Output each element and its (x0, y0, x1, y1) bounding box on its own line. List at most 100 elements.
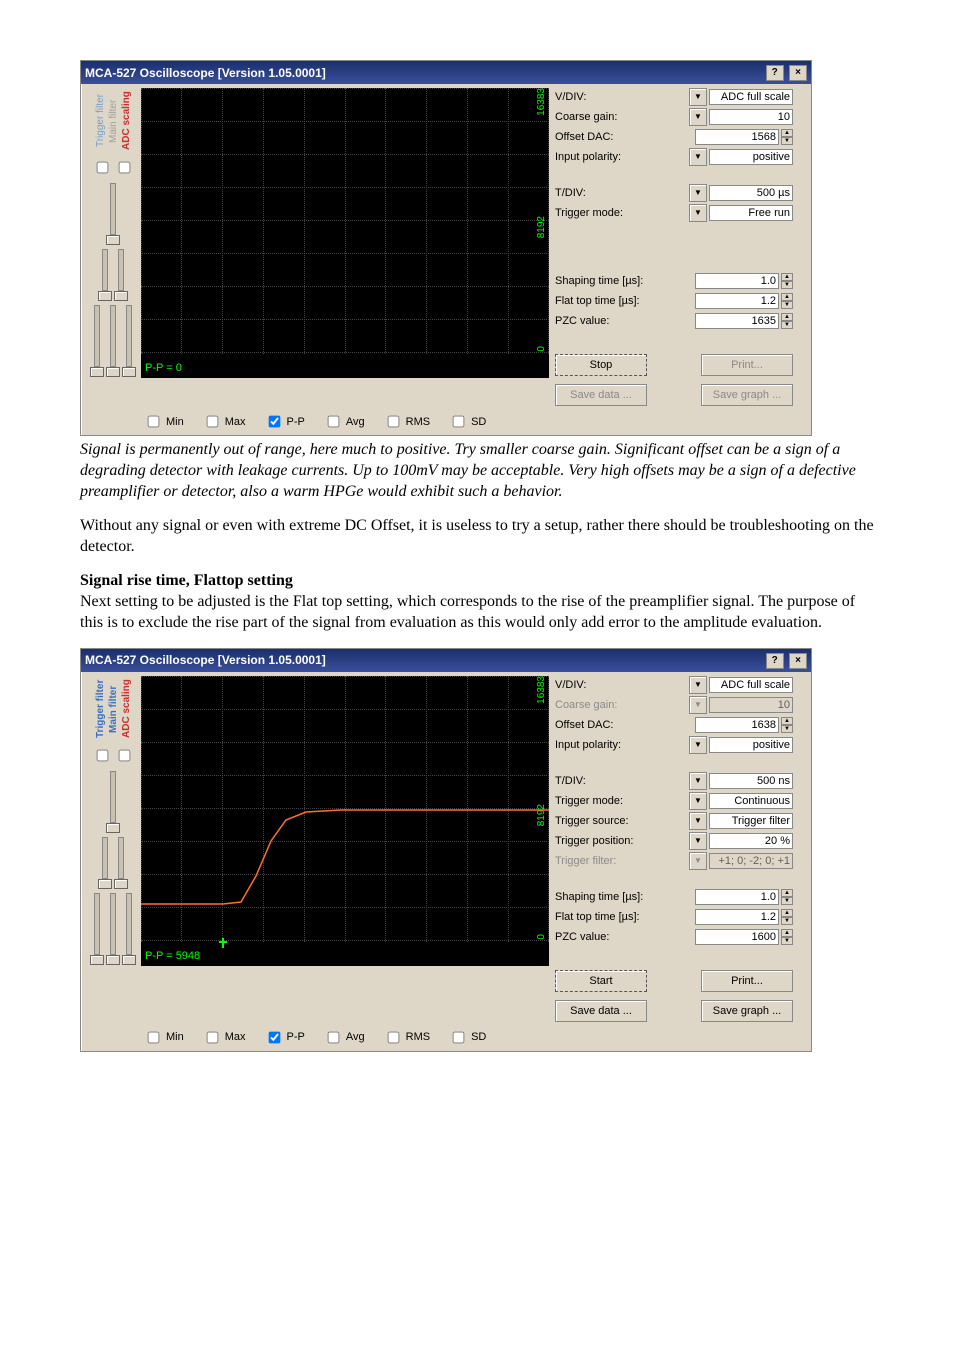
coarse-dropdown[interactable]: ▼ (689, 108, 707, 126)
vdiv-dropdown[interactable]: ▼ (689, 676, 707, 694)
tpos-label: Trigger position: (555, 835, 633, 847)
pzc-spinner[interactable]: ▲▼ (781, 313, 793, 329)
tdiv-value[interactable]: 500 ns (709, 773, 793, 789)
offset-value[interactable]: 1568 (695, 129, 779, 145)
shaping-label: Shaping time [µs]: (555, 275, 643, 287)
pzc-value[interactable]: 1600 (695, 929, 779, 945)
left-check-2[interactable] (119, 749, 131, 761)
start-button[interactable]: Start (555, 970, 647, 992)
offset-label: Offset DAC: (555, 131, 613, 143)
shaping-spinner[interactable]: ▲▼ (781, 273, 793, 289)
vslider-1[interactable] (106, 183, 120, 245)
vslider-4[interactable] (90, 305, 104, 377)
vdiv-value[interactable]: ADC full scale (709, 89, 793, 105)
polarity-value[interactable]: positive (709, 149, 793, 165)
tpos-dropdown[interactable]: ▼ (689, 832, 707, 850)
tfilter-dropdown: ▼ (689, 852, 707, 870)
left-controls: Trigger filter Main filter ADC scaling (85, 676, 141, 1022)
rms-check[interactable]: RMS (383, 1028, 430, 1047)
max-check[interactable]: Max (202, 1028, 246, 1047)
vslider-4[interactable] (90, 893, 104, 965)
tfilter-label: Trigger filter: (555, 855, 616, 867)
tdiv-value[interactable]: 500 µs (709, 185, 793, 201)
polarity-dropdown[interactable]: ▼ (689, 736, 707, 754)
vslider-2[interactable] (98, 249, 112, 301)
left-check-2[interactable] (119, 162, 131, 174)
vslider-3[interactable] (114, 837, 128, 889)
save-data-button[interactable]: Save data ... (555, 1000, 647, 1022)
save-data-button: Save data ... (555, 384, 647, 406)
shaping-value[interactable]: 1.0 (695, 273, 779, 289)
tsource-value[interactable]: Trigger filter (709, 813, 793, 829)
print-button[interactable]: Print... (701, 970, 793, 992)
tpos-value[interactable]: 20 % (709, 833, 793, 849)
avg-check[interactable]: Avg (323, 1028, 365, 1047)
offset-spinner[interactable]: ▲▼ (781, 717, 793, 733)
vslider-5[interactable] (106, 893, 120, 965)
vdiv-dropdown[interactable]: ▼ (689, 88, 707, 106)
tmode-dropdown[interactable]: ▼ (689, 792, 707, 810)
offset-value[interactable]: 1638 (695, 717, 779, 733)
tfilter-value: +1; 0; -2; 0; +1 (709, 853, 793, 869)
rms-check[interactable]: RMS (383, 412, 430, 431)
vslider-5[interactable] (106, 305, 120, 377)
pzc-spinner[interactable]: ▲▼ (781, 929, 793, 945)
flattop-label: Flat top time [µs]: (555, 295, 640, 307)
close-button[interactable]: × (789, 65, 807, 81)
polarity-label: Input polarity: (555, 739, 621, 751)
flattop-spinner[interactable]: ▲▼ (781, 909, 793, 925)
trigger-filter-label: Trigger filter (95, 88, 106, 154)
tdiv-dropdown[interactable]: ▼ (689, 184, 707, 202)
pzc-value[interactable]: 1635 (695, 313, 779, 329)
pzc-label: PZC value: (555, 931, 609, 943)
flattop-label: Flat top time [µs]: (555, 911, 640, 923)
vslider-2[interactable] (98, 837, 112, 889)
sd-check[interactable]: SD (448, 1028, 486, 1047)
pp-readout: P-P = 5948 (145, 950, 200, 962)
shaping-spinner[interactable]: ▲▼ (781, 889, 793, 905)
tdiv-label: T/DIV: (555, 775, 586, 787)
help-button[interactable]: ? (766, 65, 784, 81)
tmode-label: Trigger mode: (555, 207, 623, 219)
left-check-1[interactable] (97, 749, 109, 761)
shaping-value[interactable]: 1.0 (695, 889, 779, 905)
vslider-1[interactable] (106, 771, 120, 833)
min-check[interactable]: Min (143, 1028, 184, 1047)
avg-check[interactable]: Avg (323, 412, 365, 431)
flattop-spinner[interactable]: ▲▼ (781, 293, 793, 309)
vslider-6[interactable] (122, 305, 136, 377)
vslider-3[interactable] (114, 249, 128, 301)
tmode-value[interactable]: Continuous (709, 793, 793, 809)
coarse-value: 10 (709, 697, 793, 713)
offset-label: Offset DAC: (555, 719, 613, 731)
help-button[interactable]: ? (766, 653, 784, 669)
tsource-dropdown[interactable]: ▼ (689, 812, 707, 830)
sd-check[interactable]: SD (448, 412, 486, 431)
left-check-1[interactable] (97, 162, 109, 174)
main-filter-label: Main filter (108, 88, 119, 154)
polarity-dropdown[interactable]: ▼ (689, 148, 707, 166)
close-button[interactable]: × (789, 653, 807, 669)
scope-screen: 16383 8192 0 P-P = 5948 (141, 676, 549, 966)
adc-scaling-label: ADC scaling (121, 88, 132, 154)
pp-check[interactable]: P-P (264, 412, 305, 431)
tmode-dropdown[interactable]: ▼ (689, 204, 707, 222)
window-title: MCA-527 Oscilloscope [Version 1.05.0001] (85, 653, 326, 667)
min-check[interactable]: Min (143, 412, 184, 431)
offset-spinner[interactable]: ▲▼ (781, 129, 793, 145)
flattop-value[interactable]: 1.2 (695, 909, 779, 925)
left-controls: Trigger filter Main filter ADC scaling (85, 88, 141, 406)
coarse-value[interactable]: 10 (709, 109, 793, 125)
vslider-6[interactable] (122, 893, 136, 965)
stop-button[interactable]: Stop (555, 354, 647, 376)
tmode-value[interactable]: Free run (709, 205, 793, 221)
coarse-label: Coarse gain: (555, 699, 617, 711)
save-graph-button[interactable]: Save graph ... (701, 1000, 793, 1022)
oscilloscope-window-1: MCA-527 Oscilloscope [Version 1.05.0001]… (80, 60, 812, 436)
max-check[interactable]: Max (202, 412, 246, 431)
tdiv-dropdown[interactable]: ▼ (689, 772, 707, 790)
pp-check[interactable]: P-P (264, 1028, 305, 1047)
polarity-value[interactable]: positive (709, 737, 793, 753)
vdiv-value[interactable]: ADC full scale (709, 677, 793, 693)
flattop-value[interactable]: 1.2 (695, 293, 779, 309)
